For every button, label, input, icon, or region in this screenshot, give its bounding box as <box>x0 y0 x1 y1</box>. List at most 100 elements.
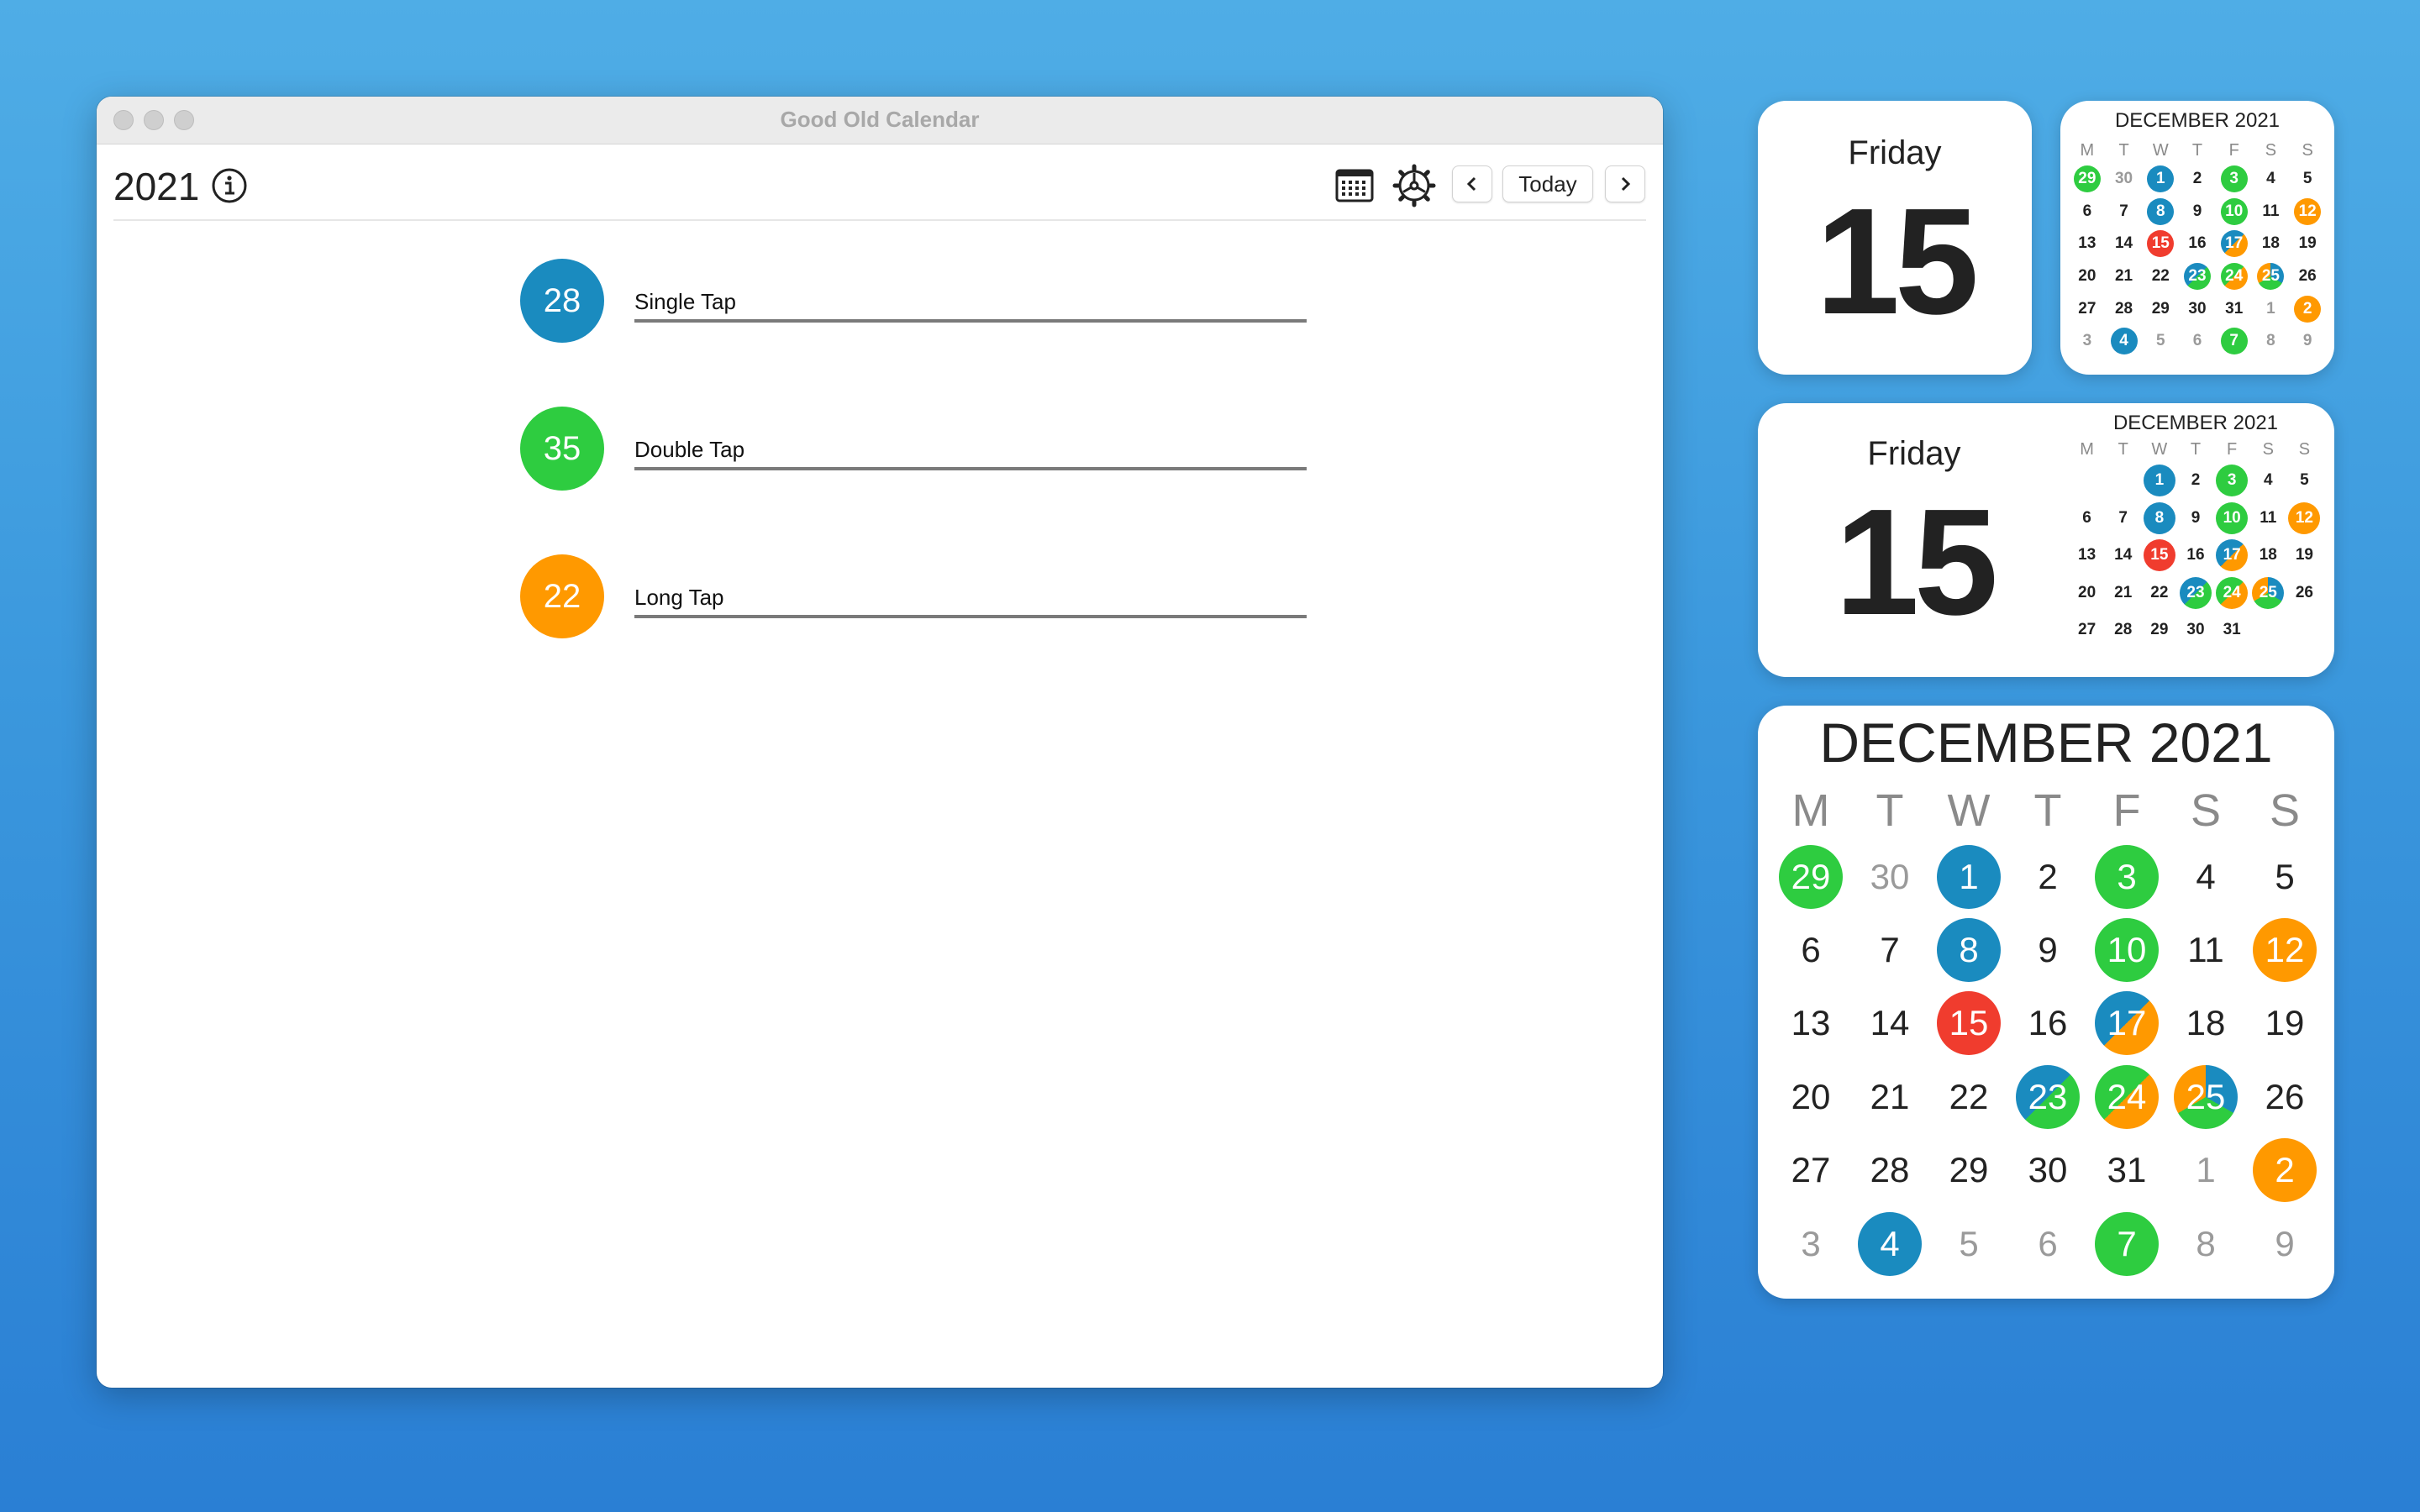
day-cell[interactable]: 22 <box>1929 1060 2008 1133</box>
day-cell[interactable]: 6 <box>2008 1207 2087 1280</box>
widget-small-day[interactable]: Friday 15 <box>1758 101 2032 375</box>
day-cell[interactable]: 13 <box>2069 228 2106 260</box>
widget-medium[interactable]: Friday 15 DECEMBER 2021 MTWTFSS123456789… <box>1758 403 2334 677</box>
day-cell[interactable]: 19 <box>2245 987 2324 1060</box>
day-cell[interactable]: 6 <box>2069 196 2106 228</box>
day-cell[interactable]: 31 <box>2216 292 2253 325</box>
day-cell[interactable]: 24 <box>2087 1060 2166 1133</box>
day-cell[interactable]: 4 <box>1850 1207 1929 1280</box>
day-cell[interactable]: 31 <box>2214 612 2250 649</box>
day-cell[interactable]: 14 <box>2105 537 2141 575</box>
day-cell[interactable]: 2 <box>2245 1134 2324 1207</box>
day-cell[interactable]: 30 <box>2177 612 2213 649</box>
day-cell[interactable]: 11 <box>2250 500 2286 538</box>
day-cell[interactable]: 19 <box>2286 537 2323 575</box>
info-icon[interactable] <box>211 167 248 204</box>
day-cell[interactable]: 7 <box>2087 1207 2166 1280</box>
day-cell[interactable]: 17 <box>2087 987 2166 1060</box>
day-cell[interactable]: 29 <box>2142 292 2179 325</box>
day-cell[interactable]: 5 <box>2245 840 2324 913</box>
day-cell[interactable]: 10 <box>2214 500 2250 538</box>
day-cell[interactable]: 27 <box>1771 1134 1850 1207</box>
day-cell[interactable]: 21 <box>2106 260 2143 293</box>
day-cell[interactable]: 15 <box>2141 537 2177 575</box>
day-cell[interactable]: 9 <box>2177 500 2213 538</box>
day-cell[interactable]: 29 <box>2141 612 2177 649</box>
day-cell[interactable]: 18 <box>2166 987 2245 1060</box>
day-cell[interactable]: 2 <box>2179 163 2216 196</box>
day-cell[interactable]: 30 <box>2008 1134 2087 1207</box>
day-cell[interactable]: 21 <box>2105 575 2141 612</box>
day-cell[interactable]: 30 <box>1850 840 1929 913</box>
day-cell[interactable]: 28 <box>1850 1134 1929 1207</box>
day-cell[interactable]: 29 <box>1771 840 1850 913</box>
day-cell[interactable]: 5 <box>1929 1207 2008 1280</box>
day-cell[interactable]: 3 <box>2087 840 2166 913</box>
day-cell[interactable]: 14 <box>1850 987 1929 1060</box>
day-cell[interactable]: 6 <box>1771 913 1850 986</box>
day-cell[interactable]: 3 <box>2216 163 2253 196</box>
gear-icon[interactable] <box>1392 164 1436 207</box>
day-cell[interactable]: 3 <box>1771 1207 1850 1280</box>
day-cell[interactable]: 13 <box>1771 987 1850 1060</box>
day-cell[interactable]: 25 <box>2166 1060 2245 1133</box>
day-cell[interactable] <box>2069 462 2105 500</box>
previous-button[interactable] <box>1452 165 1492 202</box>
widget-large[interactable]: DECEMBER 2021 M T W T F S S 29 30 1 2 3 4 5 6 7 8 9 10 11 12… <box>1758 706 2334 1299</box>
day-cell[interactable]: 16 <box>2179 228 2216 260</box>
day-cell[interactable]: 23 <box>2177 575 2213 612</box>
day-cell[interactable]: 9 <box>2008 913 2087 986</box>
day-cell[interactable]: 25 <box>2250 575 2286 612</box>
day-cell[interactable]: 8 <box>2142 196 2179 228</box>
day-cell[interactable]: 30 <box>2179 292 2216 325</box>
day-cell[interactable]: 22 <box>2141 575 2177 612</box>
next-button[interactable] <box>1605 165 1645 202</box>
day-cell[interactable]: 9 <box>2289 325 2326 358</box>
day-cell[interactable]: 28 <box>2105 612 2141 649</box>
day-cell[interactable]: 3 <box>2069 325 2106 358</box>
day-cell[interactable]: 6 <box>2069 500 2105 538</box>
day-cell[interactable]: 12 <box>2289 196 2326 228</box>
day-cell[interactable]: 7 <box>2106 196 2143 228</box>
day-cell[interactable]: 8 <box>2166 1207 2245 1280</box>
day-cell[interactable]: 15 <box>1929 987 2008 1060</box>
day-cell[interactable]: 23 <box>2008 1060 2087 1133</box>
day-cell[interactable]: 16 <box>2008 987 2087 1060</box>
label-field[interactable]: Single Tap <box>634 279 1307 323</box>
calendar-grid-icon[interactable] <box>1335 167 1374 204</box>
day-cell[interactable]: 17 <box>2214 537 2250 575</box>
day-cell[interactable]: 5 <box>2289 163 2326 196</box>
day-cell[interactable]: 5 <box>2286 462 2323 500</box>
day-cell[interactable]: 24 <box>2216 260 2253 293</box>
day-cell[interactable]: 26 <box>2289 260 2326 293</box>
day-cell[interactable]: 23 <box>2179 260 2216 293</box>
day-cell[interactable]: 15 <box>2142 228 2179 260</box>
day-cell[interactable]: 2 <box>2289 292 2326 325</box>
day-cell[interactable]: 11 <box>2253 196 2290 228</box>
day-cell[interactable]: 27 <box>2069 612 2105 649</box>
day-cell[interactable]: 29 <box>2069 163 2106 196</box>
day-cell[interactable]: 7 <box>1850 913 1929 986</box>
day-cell[interactable]: 16 <box>2177 537 2213 575</box>
day-cell[interactable]: 9 <box>2179 196 2216 228</box>
day-cell[interactable]: 28 <box>2106 292 2143 325</box>
widget-small-month[interactable]: DECEMBER 2021 M T W T F S S 29 30 1 2 3 4 5 6 7 8 9 10 11 12… <box>2060 101 2334 375</box>
day-cell[interactable]: 6 <box>2179 325 2216 358</box>
day-cell[interactable]: 4 <box>2106 325 2143 358</box>
day-cell[interactable]: 19 <box>2289 228 2326 260</box>
day-cell[interactable]: 4 <box>2253 163 2290 196</box>
day-cell[interactable]: 18 <box>2253 228 2290 260</box>
day-cell[interactable]: 10 <box>2087 913 2166 986</box>
day-cell[interactable]: 7 <box>2216 325 2253 358</box>
day-cell[interactable]: 17 <box>2216 228 2253 260</box>
day-cell[interactable]: 7 <box>2105 500 2141 538</box>
day-cell[interactable]: 4 <box>2250 462 2286 500</box>
day-cell[interactable]: 27 <box>2069 292 2106 325</box>
day-cell[interactable]: 20 <box>1771 1060 1850 1133</box>
day-cell[interactable]: 14 <box>2106 228 2143 260</box>
day-cell[interactable]: 11 <box>2166 913 2245 986</box>
day-cell[interactable]: 24 <box>2214 575 2250 612</box>
today-button[interactable]: Today <box>1502 165 1593 202</box>
day-cell[interactable]: 1 <box>2166 1134 2245 1207</box>
day-cell[interactable]: 12 <box>2286 500 2323 538</box>
